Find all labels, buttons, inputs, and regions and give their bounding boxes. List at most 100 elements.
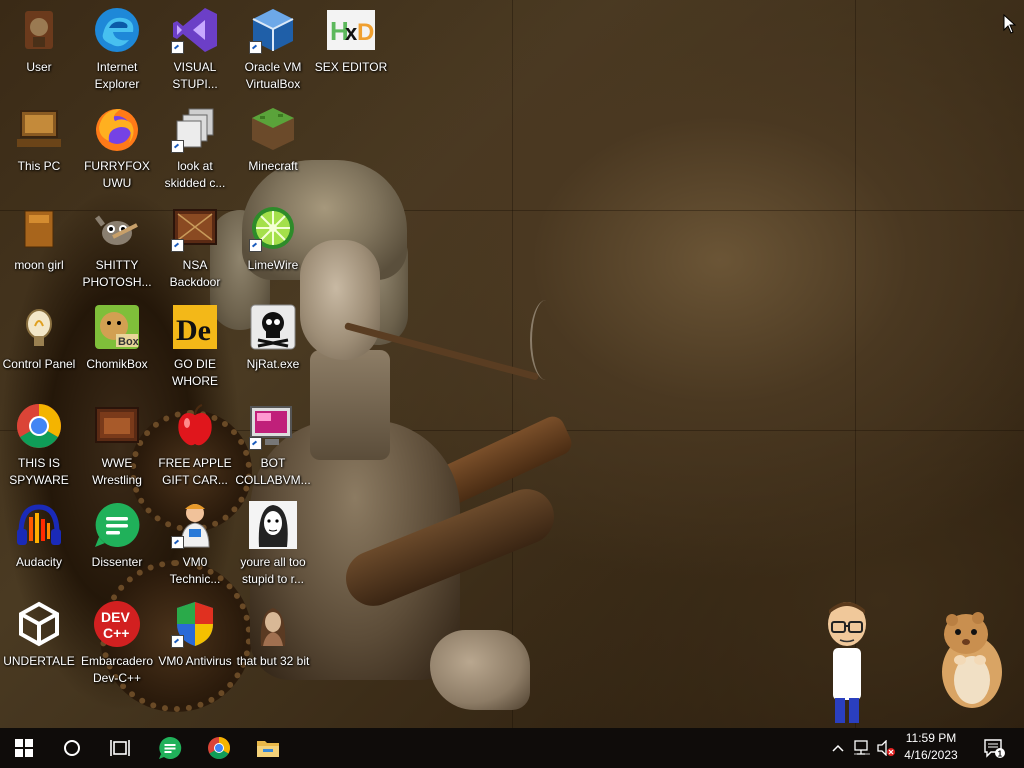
- desktop-icon-minecraft[interactable]: Minecraft: [234, 99, 312, 195]
- desktop-icon-gimp[interactable]: SHITTY PHOTOSH...: [78, 198, 156, 294]
- desktop-icon-chrome[interactable]: THIS IS SPYWARE: [0, 396, 78, 492]
- icon-label: Oracle VM VirtualBox: [244, 60, 302, 91]
- volume-button[interactable]: [874, 728, 898, 768]
- icon-label: GO DIE WHORE: [172, 357, 218, 388]
- task-view-icon: [110, 740, 130, 756]
- icon-label: look at skidded c...: [164, 159, 226, 190]
- notification-icon: 1: [984, 739, 1005, 759]
- desktop-icon-apple-gift[interactable]: FREE APPLE GIFT CAR...: [156, 396, 234, 492]
- show-hidden-icons-button[interactable]: [828, 728, 848, 768]
- action-center-button[interactable]: 1: [978, 728, 1010, 768]
- visual-studio-icon: [171, 6, 219, 54]
- de-badge: De: [176, 314, 211, 347]
- desktop-icon-user[interactable]: User: [0, 0, 78, 96]
- desktop-icon-limewire[interactable]: LimeWire: [234, 198, 312, 294]
- desktop-icon-moon-girl[interactable]: moon girl: [0, 198, 78, 294]
- taskbar-clock[interactable]: 11:59 PM 4/16/2023: [896, 730, 966, 766]
- desktop-icon-bot-collabvm[interactable]: BOT COLLABVM...: [234, 396, 312, 492]
- icon-label: SEX EDITOR: [314, 60, 388, 74]
- desktop-icon-internet-explorer[interactable]: Internet Explorer: [78, 0, 156, 96]
- skull-icon: [249, 303, 297, 351]
- wallpaper-line: [512, 0, 513, 728]
- desktop-icon-nsa-backdoor[interactable]: NSA Backdoor: [156, 198, 234, 294]
- icon-label: Dissenter: [91, 555, 143, 569]
- icon-label: User: [26, 60, 52, 74]
- search-button[interactable]: [48, 728, 96, 768]
- volume-muted-icon: [877, 740, 895, 756]
- search-circle-icon: [64, 740, 80, 756]
- devcpp-icon: DEV C++: [93, 600, 141, 648]
- desktop-icon-firefox[interactable]: FURRYFOX UWU: [78, 99, 156, 195]
- notification-count: 1: [998, 750, 1003, 759]
- shortcut-arrow-icon: [171, 41, 184, 54]
- network-icon: [854, 740, 870, 755]
- desktop-icon-njrat[interactable]: NjRat.exe: [234, 297, 312, 393]
- icon-label: ChomikBox: [86, 357, 148, 371]
- figure-hand: [430, 630, 530, 710]
- wrestling-icon: [93, 402, 141, 450]
- icon-label: that but 32 bit: [236, 654, 310, 668]
- icon-label: Audacity: [15, 555, 63, 569]
- taskbar-file-explorer[interactable]: [244, 728, 292, 768]
- desktop-icon-vm0-technician[interactable]: VM0 Technic...: [156, 495, 234, 591]
- desktop-icon-chomikbox[interactable]: Box ChomikBox: [78, 297, 156, 393]
- hxd-icon: HxD: [327, 6, 375, 54]
- figure-neck: [310, 350, 390, 460]
- desktop-icon-control-panel[interactable]: Control Panel: [0, 297, 78, 393]
- icon-label: Embarcadero Dev-C++: [80, 654, 154, 685]
- shortcut-arrow-icon: [249, 239, 262, 252]
- edge-icon: [93, 6, 141, 54]
- windows-start-icon: [15, 739, 33, 757]
- taskbar-chrome[interactable]: [195, 728, 243, 768]
- dissenter-icon: [93, 501, 141, 549]
- desktop-icon-youre-all-too-stupid[interactable]: youre all too stupid to r...: [234, 495, 312, 591]
- start-button[interactable]: [0, 728, 48, 768]
- de-icon: De: [171, 303, 219, 351]
- chomikbox-badge: Box: [118, 336, 140, 348]
- desktop-icon-wwe[interactable]: WWE Wrestling: [78, 396, 156, 492]
- desktop-icon-audacity[interactable]: Audacity: [0, 495, 78, 591]
- desktop-icon-this-pc[interactable]: This PC: [0, 99, 78, 195]
- chrome-icon: [208, 737, 230, 759]
- desktop-icon-skidded-code[interactable]: look at skidded c...: [156, 99, 234, 195]
- portrait-icon: [249, 501, 297, 549]
- network-button[interactable]: [850, 728, 874, 768]
- desktop-icon-virtualbox[interactable]: Oracle VM VirtualBox: [234, 0, 312, 96]
- hank-hill-character[interactable]: [822, 600, 872, 726]
- desktop-icon-vm0-antivirus[interactable]: VM0 Antivirus: [156, 594, 234, 690]
- firefox-icon: [93, 105, 141, 153]
- shortcut-arrow-icon: [171, 536, 184, 549]
- desktop-icon-that-but-32-bit[interactable]: that but 32 bit: [234, 594, 312, 690]
- icon-label: SHITTY PHOTOSH...: [82, 258, 152, 289]
- dissenter-icon: [159, 736, 182, 759]
- shortcut-arrow-icon: [249, 41, 262, 54]
- icon-label: VISUAL STUPI...: [172, 60, 218, 91]
- task-view-button[interactable]: [96, 728, 144, 768]
- hamster-character[interactable]: [930, 606, 1010, 710]
- icon-label: BOT COLLABVM...: [235, 456, 311, 487]
- folder-icon: [15, 204, 63, 252]
- icon-label: Minecraft: [248, 159, 298, 173]
- icon-label: NSA Backdoor: [169, 258, 221, 289]
- apple-icon: [171, 402, 219, 450]
- taskbar-dissenter[interactable]: [146, 728, 194, 768]
- desktop-icon-hxd[interactable]: HxD SEX EDITOR: [312, 0, 390, 96]
- pipe-smoke: [530, 300, 562, 380]
- chrome-icon: [15, 402, 63, 450]
- icon-label: UNDERTALE: [3, 654, 75, 668]
- shortcut-arrow-icon: [171, 239, 184, 252]
- desktop-icon-devcpp[interactable]: DEV C++ Embarcadero Dev-C++: [78, 594, 156, 690]
- figure-face: [300, 240, 380, 360]
- desktop-icon-undertale[interactable]: UNDERTALE: [0, 594, 78, 690]
- user-folder-icon: [15, 6, 63, 54]
- technician-icon: [171, 501, 219, 549]
- desktop-icon-go-die[interactable]: De GO DIE WHORE: [156, 297, 234, 393]
- audacity-icon: [15, 501, 63, 549]
- mouse-cursor-icon: [1003, 14, 1017, 34]
- desktop-icon-dissenter[interactable]: Dissenter: [78, 495, 156, 591]
- control-panel-icon: [15, 303, 63, 351]
- this-pc-icon: [15, 105, 63, 153]
- icon-label: NjRat.exe: [246, 357, 300, 371]
- limewire-icon: [249, 204, 297, 252]
- desktop-icon-visual-studio[interactable]: VISUAL STUPI...: [156, 0, 234, 96]
